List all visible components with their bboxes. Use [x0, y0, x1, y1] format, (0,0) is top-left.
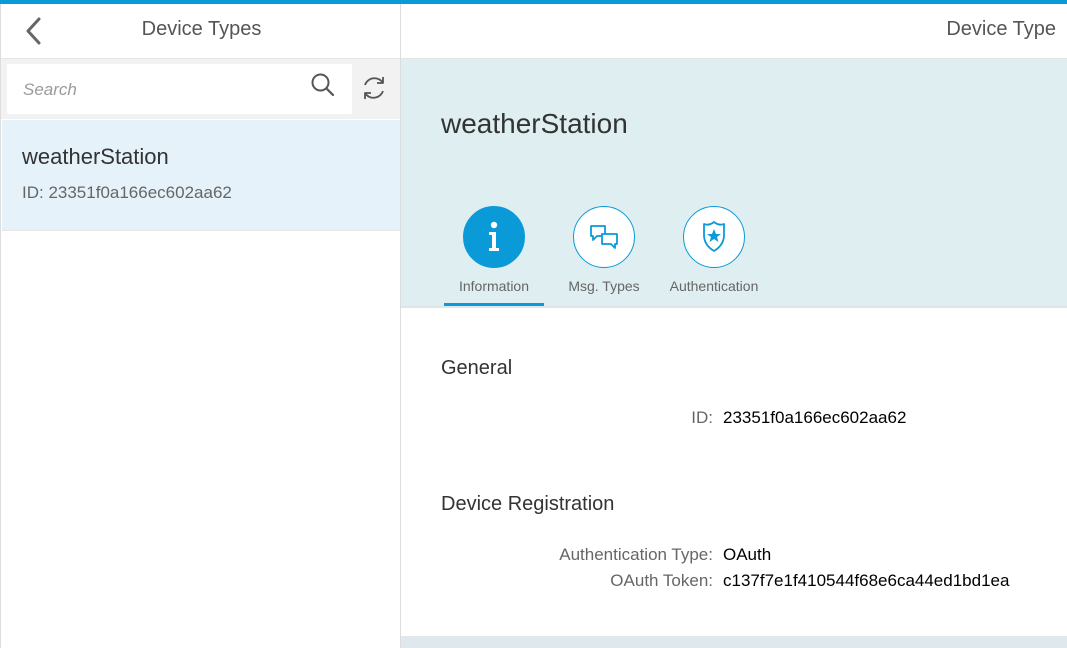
tab-authentication-circle [683, 206, 745, 268]
list-item-weatherstation[interactable]: weatherStation ID: 23351f0a166ec602aa62 [2, 120, 400, 231]
section-title-general: General [441, 357, 513, 379]
shield-star-icon [703, 221, 725, 252]
search-placeholder: Search [23, 80, 77, 99]
object-header: weatherStation Information Msg. Types Au… [401, 59, 1067, 306]
master-header: Device Types [1, 4, 400, 59]
field-value-id: 23351f0a166ec602aa62 [723, 408, 907, 427]
master-title: Device Types [141, 18, 262, 40]
refresh-icon[interactable] [360, 74, 388, 102]
field-label-oauth-token: OAuth Token: [610, 571, 713, 590]
tab-information-circle [463, 206, 525, 268]
chat-bubbles-icon [590, 225, 618, 249]
field-label-authentication-type: Authentication Type: [559, 545, 713, 564]
tab-msg-types-circle [573, 206, 635, 268]
tab-msg-types[interactable]: Msg. Types [554, 206, 654, 306]
search-input[interactable]: Search [7, 64, 352, 114]
tab-strip-divider [401, 306, 1067, 308]
field-label-id: ID: [691, 408, 713, 427]
field-value-authentication-type: OAuth [723, 545, 772, 564]
app-window: Device Types Search weatherStation ID: 2… [0, 0, 1067, 648]
list-item-title: weatherStation [22, 144, 169, 169]
list-item-description: ID: 23351f0a166ec602aa62 [22, 183, 232, 202]
detail-header: Device Type [401, 4, 1067, 59]
detail-pane: Device Type weatherStation Information M… [401, 4, 1067, 648]
search-icon[interactable] [310, 72, 336, 98]
section-title-device-registration: Device Registration [441, 493, 615, 515]
detail-title: Device Type [946, 18, 1056, 40]
search-bar: Search [1, 59, 400, 119]
master-pane: Device Types Search weatherStation ID: 2… [0, 4, 401, 648]
info-icon [489, 221, 499, 251]
tab-label: Information [458, 278, 530, 294]
tab-information[interactable]: Information [444, 206, 544, 306]
tab-label: Authentication [669, 278, 759, 294]
footer-bar [401, 636, 1067, 648]
object-title: weatherStation [441, 108, 628, 139]
tab-label: Msg. Types [568, 278, 640, 294]
tab-authentication[interactable]: Authentication [664, 206, 764, 306]
field-value-oauth-token: c137f7e1f410544f68e6ca44ed1bd1ea [723, 571, 1010, 590]
